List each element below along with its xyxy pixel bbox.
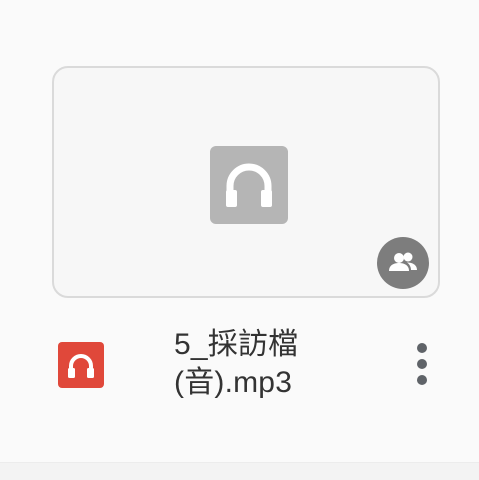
shared-people-icon xyxy=(377,237,429,289)
file-thumbnail[interactable] xyxy=(52,66,440,298)
file-name-line-2: (音).mp3 xyxy=(174,366,293,399)
more-options-button[interactable] xyxy=(403,336,443,392)
more-vert-dot-icon xyxy=(417,359,427,369)
headphones-icon xyxy=(210,146,288,224)
file-card-view: 5_採訪檔 (音).mp3 xyxy=(0,0,479,480)
file-name: 5_採訪檔 (音).mp3 xyxy=(174,326,364,402)
audio-file-type-icon xyxy=(58,342,104,388)
list-divider xyxy=(0,462,479,480)
file-name-line-1: 5_採訪檔 xyxy=(174,328,299,361)
file-card[interactable]: 5_採訪檔 (音).mp3 xyxy=(0,0,479,462)
more-vert-dot-icon xyxy=(417,343,427,353)
more-vert-dot-icon xyxy=(417,375,427,385)
